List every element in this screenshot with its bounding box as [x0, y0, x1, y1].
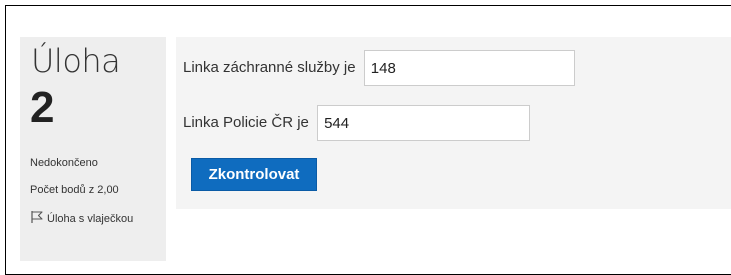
- ambulance-answer-input[interactable]: [363, 50, 575, 86]
- question-content: Linka záchranné služby je Linka Policie …: [176, 37, 731, 209]
- question-title: Úloha: [31, 42, 121, 80]
- ambulance-label: Linka záchranné služby je: [183, 59, 356, 76]
- flag-label: Úloha s vlaječkou: [47, 213, 134, 225]
- question-number: 2: [30, 83, 55, 132]
- question-state: Nedokončeno: [30, 157, 98, 169]
- question-grade: Počet bodů z 2,00: [30, 184, 119, 196]
- check-button[interactable]: Zkontrolovat: [191, 158, 317, 191]
- flag-icon: [31, 211, 43, 223]
- police-label: Linka Policie ČR je: [183, 114, 309, 131]
- question-row-ambulance: Linka záchranné služby je: [183, 50, 575, 86]
- question-row-police: Linka Policie ČR je: [183, 105, 531, 141]
- flag-question-toggle[interactable]: Úloha s vlaječkou: [30, 210, 160, 226]
- police-answer-input[interactable]: [317, 105, 531, 141]
- question-info-panel: Úloha 2 Nedokončeno Počet bodů z 2,00 Úl…: [20, 37, 166, 261]
